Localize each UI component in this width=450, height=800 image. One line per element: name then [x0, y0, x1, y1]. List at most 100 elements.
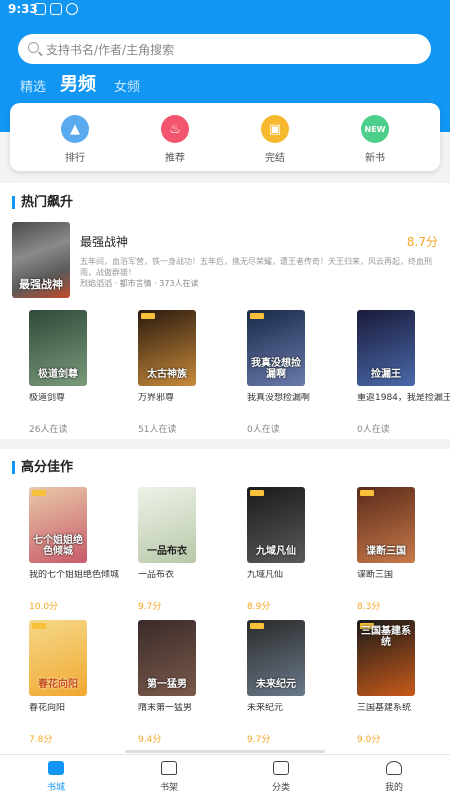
book-cover: 一品布衣: [138, 487, 196, 563]
cover-title: 未来纪元: [256, 679, 296, 690]
book-score: 10.0分: [29, 602, 59, 612]
cover-title: 春花向阳: [38, 679, 78, 690]
nav-profile[interactable]: 我的: [364, 761, 424, 793]
book-card[interactable]: 七个姐姐绝色倾城 我的七个姐姐绝色倾城 10.0分: [29, 487, 124, 612]
book-title: 重返1984，我是捡漏王: [357, 393, 450, 403]
book-card[interactable]: 第一猛男 隋末第一猛男 9.4分: [138, 620, 233, 745]
book-title: 极道剑尊: [29, 393, 66, 403]
book-readers: 26人在读: [29, 425, 68, 435]
nav-label: 书城: [46, 783, 65, 793]
flame-icon: ♨: [161, 115, 189, 143]
cover-title: 一品布衣: [147, 546, 187, 557]
book-card[interactable]: 太古神族 万界邪尊 51人在读: [138, 310, 233, 435]
book-cover: 九域凡仙: [247, 487, 305, 563]
book-card[interactable]: 我真没想捡漏啊 我真没想捡漏啊 0人在读: [247, 310, 342, 435]
category-card: ▲ 排行 ♨ 推荐 ▣ 完结 NEW 新书: [10, 103, 440, 171]
featured-book-cover[interactable]: 最强战神: [12, 222, 70, 298]
bookstore-icon: [48, 761, 64, 775]
search-placeholder: 支持书名/作者/主角搜索: [46, 43, 175, 57]
book-cover: 我真没想捡漏啊: [247, 310, 305, 386]
publisher-badge: [250, 490, 264, 496]
category-label: 新书: [365, 153, 385, 164]
tab-featured[interactable]: 精选: [20, 76, 46, 95]
book-card[interactable]: 未来纪元 未来纪元 9.7分: [247, 620, 342, 745]
publisher-badge: [141, 313, 155, 319]
book-card[interactable]: 三国基建系统 三国基建系统 9.0分: [357, 620, 450, 745]
category-ranking[interactable]: ▲ 排行: [45, 115, 105, 164]
bottom-nav: 书城 书架 分类 我的: [0, 754, 450, 800]
book-card[interactable]: 春花向阳 春花向阳 7.8分: [29, 620, 124, 745]
nav-category[interactable]: 分类: [251, 761, 311, 793]
cover-title: 最强战神: [19, 278, 63, 291]
nav-bookshelf[interactable]: 书架: [139, 761, 199, 793]
cover-title: 捡漏王: [371, 369, 401, 380]
cover-title: 三国基建系统: [361, 626, 411, 648]
book-card[interactable]: 捡漏王 重返1984，我是捡漏王 0人在读: [357, 310, 450, 435]
book-readers: 0人在读: [247, 425, 280, 435]
scrollbar[interactable]: [125, 750, 325, 753]
new-icon: NEW: [361, 115, 389, 143]
book-cover: 极道剑尊: [29, 310, 87, 386]
book-title: 未来纪元: [247, 703, 284, 713]
category-icon: [273, 761, 289, 775]
publisher-badge: [250, 623, 264, 629]
cover-title: 谍断三国: [366, 546, 406, 557]
nav-bookstore[interactable]: 书城: [26, 761, 86, 793]
featured-book-meta: 烈焰滔滔 · 都市言情 · 373人在读: [80, 279, 199, 288]
section-title-hot: 热门飙升: [12, 196, 73, 209]
book-cover: 谍断三国: [357, 487, 415, 563]
cover-title: 我真没想捡漏啊: [251, 358, 301, 380]
nav-label: 书架: [159, 783, 178, 793]
book-cover: 捡漏王: [357, 310, 415, 386]
book-cover: 七个姐姐绝色倾城: [29, 487, 87, 563]
tab-female[interactable]: 女频: [114, 76, 140, 95]
nav-label: 分类: [271, 783, 290, 793]
category-new[interactable]: NEW 新书: [345, 115, 405, 164]
book-readers: 0人在读: [357, 425, 390, 435]
book-title: 三国基建系统: [357, 703, 412, 713]
book-title: 万界邪尊: [138, 393, 175, 403]
book-title: 春花向阳: [29, 703, 66, 713]
cover-title: 极道剑尊: [38, 369, 78, 380]
publisher-badge: [250, 313, 264, 319]
book-title: 一品布衣: [138, 570, 175, 580]
tab-male[interactable]: 男频: [60, 70, 96, 96]
publisher-badge: [360, 490, 374, 496]
book-score: 9.7分: [247, 735, 271, 745]
book-score: 8.9分: [247, 602, 271, 612]
featured-book-score: 8.7分: [406, 235, 438, 249]
book-cover: 第一猛男: [138, 620, 196, 696]
book-title: 谍断三国: [357, 570, 394, 580]
profile-icon: [386, 761, 402, 775]
publisher-badge: [32, 490, 46, 496]
book-card[interactable]: 九域凡仙 九域凡仙 8.9分: [247, 487, 342, 612]
category-recommend[interactable]: ♨ 推荐: [145, 115, 205, 164]
cover-title: 九域凡仙: [256, 546, 296, 557]
book-card[interactable]: 谍断三国 谍断三国 8.3分: [357, 487, 450, 612]
book-title: 我真没想捡漏啊: [247, 393, 311, 403]
book-readers: 51人在读: [138, 425, 177, 435]
search-input[interactable]: 支持书名/作者/主角搜索: [18, 34, 431, 64]
book-cover: 春花向阳: [29, 620, 87, 696]
category-label: 推荐: [165, 153, 185, 164]
shield-icon: [34, 3, 46, 15]
book-title: 九域凡仙: [247, 570, 284, 580]
book-title: 隋末第一猛男: [138, 703, 193, 713]
book-score: 8.3分: [357, 602, 381, 612]
category-finished[interactable]: ▣ 完结: [245, 115, 305, 164]
book-card[interactable]: 极道剑尊 极道剑尊 26人在读: [29, 310, 124, 435]
cover-title: 七个姐姐绝色倾城: [33, 535, 83, 557]
shield-check-icon: [50, 3, 62, 15]
cover-title: 第一猛男: [147, 679, 187, 690]
status-bar: 9:33: [0, 0, 450, 20]
category-label: 排行: [65, 153, 85, 164]
book-title: 我的七个姐姐绝色倾城: [29, 570, 120, 580]
cover-title: 太古神族: [147, 369, 187, 380]
featured-book-title[interactable]: 最强战神: [80, 233, 128, 250]
book-card[interactable]: 一品布衣 一品布衣 9.7分: [138, 487, 233, 612]
search-icon: [28, 42, 39, 53]
book-icon: ▣: [261, 115, 289, 143]
category-label: 完结: [265, 153, 285, 164]
section-title-top: 高分佳作: [12, 461, 73, 474]
download-icon: [66, 3, 78, 15]
